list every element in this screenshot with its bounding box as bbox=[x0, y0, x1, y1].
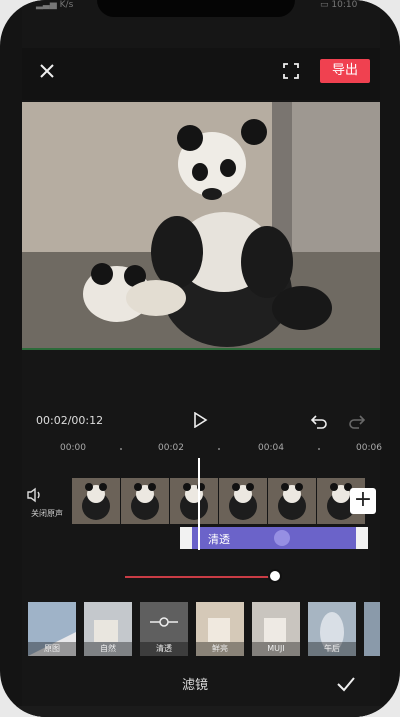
filter-item[interactable]: MUJI bbox=[252, 602, 300, 656]
signal-icon: ▂▃▅ bbox=[36, 0, 57, 10]
total-time: 00:12 bbox=[71, 414, 104, 427]
trim-handle-left[interactable] bbox=[180, 527, 192, 549]
filter-item-label: 自然 bbox=[84, 642, 132, 656]
video-preview[interactable] bbox=[22, 102, 380, 350]
add-clip-button[interactable]: + bbox=[350, 488, 376, 514]
filter-item[interactable]: 自然 bbox=[84, 602, 132, 656]
redo-icon bbox=[349, 415, 366, 429]
filter-clip-knob bbox=[274, 530, 290, 546]
playback-controls: 00:02/00:12 bbox=[22, 400, 380, 440]
intensity-slider-track[interactable] bbox=[125, 576, 275, 578]
filter-item-label: 清透 bbox=[140, 642, 188, 656]
video-frame bbox=[22, 102, 380, 350]
bottom-bar: 滤镜 bbox=[22, 668, 380, 700]
notch bbox=[97, 0, 295, 17]
tick-label: 00:02 bbox=[158, 443, 184, 453]
status-carrier: K/s bbox=[59, 0, 74, 10]
home-indicator bbox=[0, 706, 400, 717]
trim-handle-right[interactable] bbox=[356, 527, 368, 549]
filter-item[interactable]: 原图 bbox=[28, 602, 76, 656]
status-right: ▭ 10:10 bbox=[320, 0, 357, 16]
filter-clip-label: 清透 bbox=[208, 533, 230, 546]
filter-item[interactable]: 午后 bbox=[308, 602, 356, 656]
confirm-button[interactable] bbox=[336, 674, 356, 694]
clip-thumbnail bbox=[121, 478, 169, 524]
filter-clip-bar[interactable]: 清透 bbox=[180, 527, 368, 549]
filter-item-label: MUJI bbox=[252, 642, 300, 656]
filter-item-selected[interactable]: 清透 bbox=[140, 602, 188, 656]
fullscreen-icon bbox=[283, 63, 299, 79]
tick-label: 00:04 bbox=[258, 443, 284, 453]
clip-track[interactable] bbox=[72, 478, 380, 524]
filter-item-label: 午后 bbox=[308, 642, 356, 656]
play-icon bbox=[194, 411, 208, 429]
undo-icon bbox=[310, 415, 327, 429]
panel-title: 滤镜 bbox=[182, 678, 209, 693]
time-display: 00:02/00:12 bbox=[36, 414, 103, 427]
phone-frame: ▂▃▅ K/s ▭ 10:10 导出 00:02/00:12 00:00 00:… bbox=[0, 0, 400, 717]
tick-dot bbox=[218, 448, 220, 450]
check-icon bbox=[337, 677, 355, 692]
clip-thumbnail bbox=[170, 478, 218, 524]
timeline-ruler: 00:00 00:02 00:04 00:06 bbox=[22, 440, 382, 462]
filter-item-partial[interactable] bbox=[364, 602, 380, 656]
tick-label: 00:00 bbox=[60, 443, 86, 453]
fullscreen-button[interactable] bbox=[282, 62, 300, 80]
battery-icon: ▭ bbox=[320, 0, 329, 10]
tick-dot bbox=[318, 448, 320, 450]
audio-label: 关闭原声 bbox=[31, 509, 63, 518]
filter-item-label: 原图 bbox=[28, 642, 76, 656]
close-icon bbox=[40, 64, 54, 78]
tick-dot bbox=[120, 448, 122, 450]
tick-label: 00:06 bbox=[356, 443, 382, 453]
top-bar: 导出 bbox=[22, 48, 380, 100]
clip-thumbnail bbox=[268, 478, 316, 524]
close-button[interactable] bbox=[36, 60, 58, 82]
playhead[interactable] bbox=[198, 458, 200, 550]
undo-button[interactable] bbox=[310, 412, 328, 430]
intensity-slider-knob[interactable] bbox=[268, 569, 282, 583]
filter-item[interactable]: 鲜亮 bbox=[196, 602, 244, 656]
filter-item-label: 鲜亮 bbox=[196, 642, 244, 656]
redo-button[interactable] bbox=[348, 412, 366, 430]
filter-list: 原图 自然 清透 鲜亮 MUJI 午后 bbox=[28, 602, 380, 658]
status-time: 10:10 bbox=[331, 0, 358, 10]
clip-thumbnail bbox=[219, 478, 267, 524]
current-time: 00:02 bbox=[36, 414, 68, 427]
play-button[interactable] bbox=[192, 411, 208, 429]
export-button[interactable]: 导出 bbox=[320, 59, 370, 83]
clip-thumbnail bbox=[72, 478, 120, 524]
status-left: ▂▃▅ K/s bbox=[36, 0, 73, 16]
plus-icon: + bbox=[353, 487, 373, 512]
speaker-icon bbox=[27, 487, 40, 503]
audio-toggle[interactable]: 关闭原声 bbox=[22, 478, 72, 528]
